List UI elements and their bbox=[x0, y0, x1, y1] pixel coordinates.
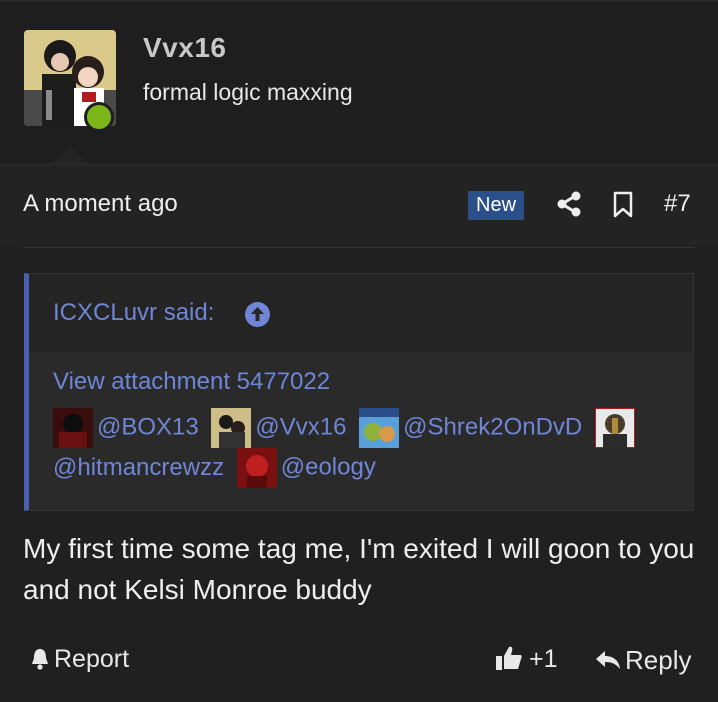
reply-icon bbox=[595, 647, 621, 669]
mention-hitmancrewzz[interactable]: @hitmancrewzz bbox=[53, 454, 224, 482]
user-header: Vvx16 formal logic maxxing bbox=[0, 2, 718, 165]
reply-label: Reply bbox=[625, 645, 692, 675]
mention-eology[interactable]: @eology bbox=[236, 448, 376, 488]
mention-line-1: @BOX13 @Vvx16 @Shrek2OnDvD bbox=[53, 407, 639, 449]
mention-shrek2ondvd[interactable]: @Shrek2OnDvD bbox=[359, 408, 582, 448]
mention-hitmancrewzz-avatar[interactable] bbox=[593, 407, 639, 449]
mention-avatar bbox=[359, 408, 400, 448]
mention-avatar bbox=[211, 408, 252, 448]
mention-avatar bbox=[593, 407, 636, 449]
post-number-link[interactable]: #7 bbox=[664, 190, 691, 218]
post-timestamp[interactable]: A moment ago bbox=[23, 190, 178, 218]
online-status-indicator bbox=[84, 102, 114, 132]
mention-handle: @hitmancrewzz bbox=[53, 454, 225, 481]
bookmark-icon[interactable] bbox=[611, 191, 635, 219]
arrow-up-icon[interactable] bbox=[245, 302, 270, 327]
reply-button[interactable]: Reply bbox=[595, 645, 691, 676]
divider bbox=[23, 247, 695, 248]
like-count: +1 bbox=[529, 645, 558, 673]
mention-handle: @Vvx16 bbox=[255, 413, 347, 441]
quote-author[interactable]: ICXCLuvr said: bbox=[53, 299, 214, 327]
user-title: formal logic maxxing bbox=[143, 79, 353, 105]
mention-handle: @eology bbox=[280, 453, 376, 481]
username[interactable]: Vvx16 bbox=[143, 32, 226, 64]
quote-header: ICXCLuvr said: bbox=[29, 274, 693, 352]
report-button[interactable]: Report bbox=[30, 645, 129, 674]
header-arrow bbox=[52, 146, 88, 164]
quote-block: ICXCLuvr said: View attachment 5477022 @… bbox=[24, 273, 694, 511]
mention-avatar bbox=[236, 448, 277, 488]
thumbs-up-icon bbox=[495, 645, 523, 671]
mention-vvx16[interactable]: @Vvx16 bbox=[211, 408, 347, 448]
attachment-link[interactable]: View attachment 5477022 bbox=[53, 368, 330, 396]
new-badge: New bbox=[468, 191, 525, 220]
share-icon[interactable] bbox=[556, 191, 582, 217]
like-button[interactable]: +1 bbox=[495, 645, 558, 674]
bell-icon bbox=[30, 648, 50, 670]
quote-body: View attachment 5477022 @BOX13 @Vvx16 @S… bbox=[29, 352, 693, 510]
mention-avatar bbox=[53, 408, 93, 448]
mention-handle: @BOX13 bbox=[97, 413, 199, 441]
report-label: Report bbox=[54, 645, 130, 673]
post-body: My first time some tag me, I'm exited I … bbox=[23, 533, 695, 605]
mention-box13[interactable]: @BOX13 bbox=[53, 408, 199, 448]
mention-handle: @Shrek2OnDvD bbox=[403, 413, 583, 441]
mention-line-2: @hitmancrewzz @eology bbox=[53, 448, 376, 488]
